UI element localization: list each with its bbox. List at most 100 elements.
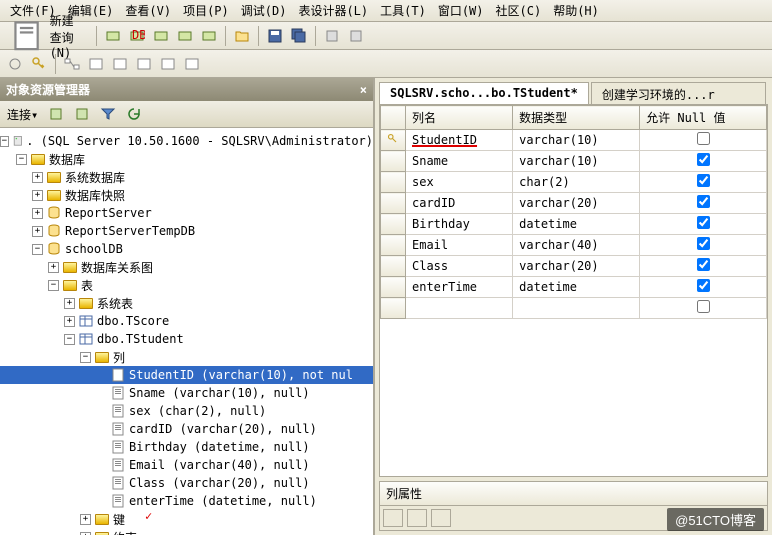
tree-item[interactable]: −列	[0, 348, 373, 366]
allownull-checkbox[interactable]	[697, 216, 710, 229]
expand-icon[interactable]: −	[32, 244, 43, 255]
explorer-refresh-icon[interactable]	[123, 103, 145, 125]
cell-datatype[interactable]: varchar(20)	[513, 256, 640, 277]
toolbar-btn-10[interactable]	[345, 25, 367, 47]
cell-allownull[interactable]	[640, 256, 767, 277]
cell-datatype[interactable]: datetime	[513, 277, 640, 298]
tree-item[interactable]: +系统表	[0, 294, 373, 312]
document-tab[interactable]: SQLSRV.scho...bo.TStudent*	[379, 82, 589, 104]
toolbar-btn-5[interactable]	[198, 25, 220, 47]
td-btn-6[interactable]	[133, 53, 155, 75]
tree-item[interactable]: +ReportServerTempDB	[0, 222, 373, 240]
td-btn-5[interactable]	[109, 53, 131, 75]
cell-colname[interactable]: Email	[406, 235, 513, 256]
expand-icon[interactable]: +	[32, 172, 43, 183]
toolbar-btn-4[interactable]	[174, 25, 196, 47]
td-btn-key[interactable]	[28, 53, 50, 75]
cell-datatype[interactable]: varchar(20)	[513, 193, 640, 214]
table-row[interactable]: Classvarchar(20)	[381, 256, 767, 277]
cell-colname[interactable]: cardID	[406, 193, 513, 214]
menu-item[interactable]: 查看(V)	[119, 0, 177, 21]
tree-column[interactable]: Sname (varchar(10), null)	[0, 384, 373, 402]
menu-item[interactable]: 表设计器(L)	[292, 0, 374, 21]
object-explorer-tree[interactable]: −. (SQL Server 10.50.1600 - SQLSRV\Admin…	[0, 128, 373, 535]
explorer-tbtn-1[interactable]	[45, 103, 67, 125]
cell-allownull[interactable]	[640, 214, 767, 235]
props-btn-categorized[interactable]	[383, 509, 403, 527]
expand-icon[interactable]: +	[32, 208, 43, 219]
tree-column[interactable]: Birthday (datetime, null)	[0, 438, 373, 456]
cell-colname[interactable]: enterTime	[406, 277, 513, 298]
td-btn-7[interactable]	[157, 53, 179, 75]
tree-server[interactable]: −. (SQL Server 10.50.1600 - SQLSRV\Admin…	[0, 132, 373, 150]
table-row[interactable]: cardIDvarchar(20)	[381, 193, 767, 214]
allownull-checkbox[interactable]	[697, 258, 710, 271]
menu-item[interactable]: 项目(P)	[177, 0, 235, 21]
td-btn-8[interactable]	[181, 53, 203, 75]
cell-datatype[interactable]: varchar(10)	[513, 151, 640, 172]
tree-item[interactable]: +数据库快照	[0, 186, 373, 204]
expand-icon[interactable]: +	[32, 226, 43, 237]
tree-column[interactable]: StudentID (varchar(10), not nul	[0, 366, 373, 384]
menu-item[interactable]: 社区(C)	[490, 0, 548, 21]
table-row[interactable]: Birthdaydatetime	[381, 214, 767, 235]
cell-datatype[interactable]: varchar(10)	[513, 130, 640, 151]
table-row-new[interactable]	[381, 298, 767, 319]
cell-colname[interactable]: Class	[406, 256, 513, 277]
row-header[interactable]	[381, 130, 406, 151]
expand-icon[interactable]: +	[64, 298, 75, 309]
tree-schooldb[interactable]: −schoolDB	[0, 240, 373, 258]
cell-allownull[interactable]	[640, 151, 767, 172]
props-btn-3[interactable]	[431, 509, 451, 527]
tree-item[interactable]: +dbo.TScore	[0, 312, 373, 330]
td-btn-4[interactable]	[85, 53, 107, 75]
cell-datatype[interactable]: datetime	[513, 214, 640, 235]
menu-item[interactable]: 工具(T)	[374, 0, 432, 21]
grid-header-allownull[interactable]: 允许 Null 值	[640, 106, 767, 130]
table-row[interactable]: Snamevarchar(10)	[381, 151, 767, 172]
table-row[interactable]: sexchar(2)	[381, 172, 767, 193]
table-row[interactable]: enterTimedatetime	[381, 277, 767, 298]
explorer-filter-icon[interactable]	[97, 103, 119, 125]
tree-column[interactable]: Email (varchar(40), null)	[0, 456, 373, 474]
row-header[interactable]	[381, 214, 406, 235]
row-header[interactable]	[381, 277, 406, 298]
td-btn-1[interactable]	[4, 53, 26, 75]
toolbar-btn-9[interactable]	[321, 25, 343, 47]
toolbar-btn-2[interactable]: DBs	[126, 25, 148, 47]
expand-icon[interactable]: +	[80, 514, 91, 525]
cell-datatype[interactable]: char(2)	[513, 172, 640, 193]
tree-databases[interactable]: −数据库	[0, 150, 373, 168]
cell-allownull[interactable]	[640, 277, 767, 298]
cell-colname[interactable]: Sname	[406, 151, 513, 172]
cell-allownull[interactable]	[640, 130, 767, 151]
menu-item[interactable]: 窗口(W)	[432, 0, 490, 21]
tree-keys[interactable]: +键✓	[0, 510, 373, 528]
menu-item[interactable]: 帮助(H)	[547, 0, 605, 21]
expand-icon[interactable]: +	[64, 316, 75, 327]
allownull-checkbox[interactable]	[697, 195, 710, 208]
expand-icon[interactable]: −	[80, 352, 91, 363]
connect-button[interactable]: 连接▾	[4, 105, 41, 124]
save-button[interactable]	[264, 25, 286, 47]
expand-icon[interactable]: +	[32, 190, 43, 201]
document-tab[interactable]: 创建学习环境的...r (54))*	[591, 82, 766, 104]
expand-icon[interactable]: −	[64, 334, 75, 345]
grid-header-datatype[interactable]: 数据类型	[513, 106, 640, 130]
cell-datatype[interactable]: varchar(40)	[513, 235, 640, 256]
tree-item[interactable]: +ReportServer	[0, 204, 373, 222]
row-header[interactable]	[381, 172, 406, 193]
cell-allownull[interactable]	[640, 172, 767, 193]
explorer-tbtn-2[interactable]	[71, 103, 93, 125]
tree-column[interactable]: sex (char(2), null)	[0, 402, 373, 420]
saveall-button[interactable]	[288, 25, 310, 47]
tree-tstudent[interactable]: −dbo.TStudent	[0, 330, 373, 348]
allownull-checkbox[interactable]	[697, 237, 710, 250]
toolbar-btn-3[interactable]	[150, 25, 172, 47]
props-btn-alphabetical[interactable]	[407, 509, 427, 527]
table-designer-grid[interactable]: 列名 数据类型 允许 Null 值 StudentIDvarchar(10)Sn…	[379, 104, 768, 477]
expand-icon[interactable]: −	[0, 136, 9, 147]
table-row[interactable]: StudentIDvarchar(10)	[381, 130, 767, 151]
new-query-button[interactable]: 新建查询(N)	[4, 25, 91, 47]
allownull-checkbox[interactable]	[697, 132, 710, 145]
